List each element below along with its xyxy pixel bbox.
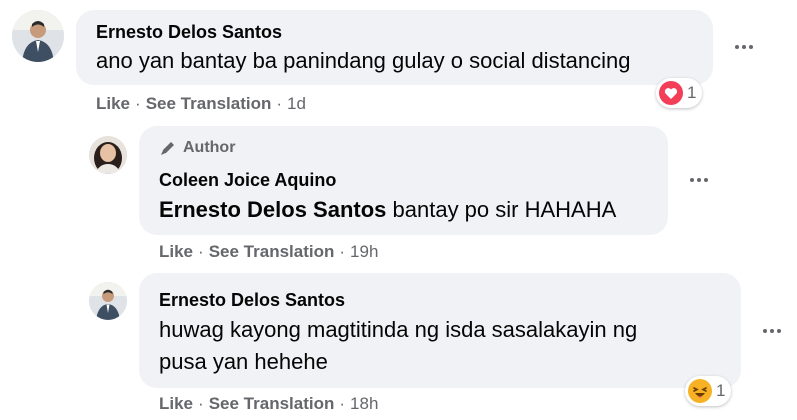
separator: ·: [135, 94, 141, 113]
reply-author[interactable]: Ernesto Delos Santos: [159, 290, 345, 311]
reaction-count: 1: [716, 381, 726, 400]
timestamp-link[interactable]: 19h: [350, 242, 378, 262]
mention-link[interactable]: Ernesto Delos Santos: [159, 197, 386, 222]
avatar-ernesto[interactable]: [12, 10, 64, 62]
reply-text-body: bantay po sir HAHAHA: [392, 197, 617, 222]
author-badge-label: Author: [183, 139, 236, 156]
reply-author[interactable]: Coleen Joice Aquino: [159, 170, 336, 191]
like-button[interactable]: Like: [159, 242, 193, 262]
separator: ·: [339, 394, 346, 413]
reply-text-line-2: pusa yan hehehe: [159, 349, 328, 374]
author-badge: Author: [159, 139, 235, 157]
see-translation-link[interactable]: See Translation: [209, 394, 335, 414]
reply-text-line-1: huwag kayong magtitinda ng isda sasalaka…: [159, 317, 638, 342]
reply-actions: Like · See Translation · 18h: [159, 394, 378, 414]
timestamp-link[interactable]: 1d: [287, 94, 306, 114]
see-translation-link[interactable]: See Translation: [146, 94, 272, 114]
like-button[interactable]: Like: [159, 394, 193, 414]
more-options-button[interactable]: [726, 29, 762, 65]
reaction-count: 1: [687, 83, 697, 102]
pencil-icon: [161, 142, 174, 155]
avatar-coleen[interactable]: [89, 136, 127, 174]
reply-text: Ernesto Delos Santos bantay po sir HAHAH…: [159, 194, 616, 226]
reply-actions: Like · See Translation · 19h: [159, 242, 378, 262]
separator: ·: [198, 242, 204, 261]
comment-actions: Like · See Translation · 1d: [96, 94, 306, 114]
haha-icon: [688, 379, 712, 403]
like-button[interactable]: Like: [96, 94, 130, 114]
comment-author[interactable]: Ernesto Delos Santos: [96, 22, 282, 43]
timestamp-link[interactable]: 18h: [350, 394, 378, 414]
comment-text: ano yan bantay ba panindang gulay o soci…: [96, 48, 631, 73]
see-translation-link[interactable]: See Translation: [209, 242, 335, 262]
separator: ·: [339, 242, 346, 261]
more-options-button[interactable]: [754, 313, 790, 349]
love-icon: [659, 81, 683, 105]
separator: ·: [198, 394, 204, 413]
separator: ·: [276, 94, 283, 113]
reaction-summary[interactable]: 1: [685, 376, 732, 406]
reaction-summary[interactable]: 1: [656, 78, 703, 108]
more-options-button[interactable]: [681, 162, 717, 198]
avatar-ernesto[interactable]: [89, 282, 127, 320]
